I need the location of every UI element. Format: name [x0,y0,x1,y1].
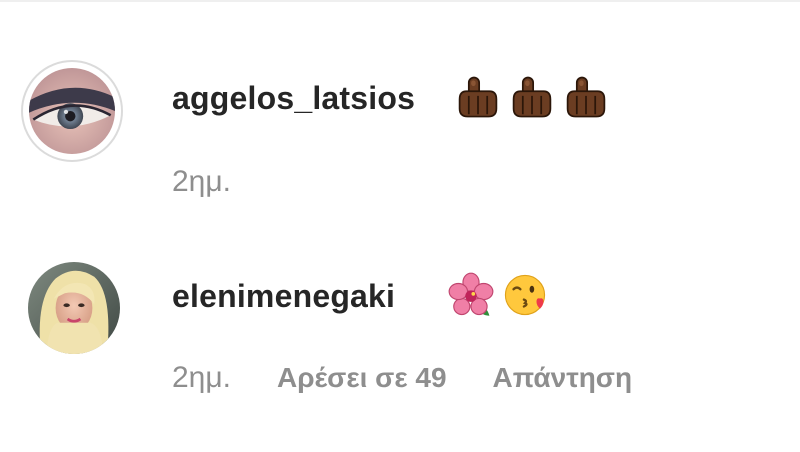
hand-emoji-icon [455,74,501,120]
avatar-image [28,262,120,354]
reply-button[interactable]: Απάντηση [493,362,633,394]
hand-emoji-icon [509,74,555,120]
comment-text [448,272,548,318]
comment-username[interactable]: elenimenegaki [172,278,395,315]
comment-username[interactable]: aggelos_latsios [172,80,415,117]
comment-meta: 2ημ. [172,165,231,199]
likes-count-button[interactable]: Αρέσει σε 49 [277,362,447,394]
avatar-image [29,68,115,154]
comment-meta: 2ημ. Αρέσει σε 49 Απάντηση [172,361,632,395]
comment-timestamp[interactable]: 2ημ. [172,165,231,199]
comment-timestamp[interactable]: 2ημ. [172,361,231,395]
comment-text [455,74,609,120]
hibiscus-emoji-icon [448,272,494,318]
kissing-face-emoji-icon [502,272,548,318]
avatar[interactable] [21,60,123,162]
hand-emoji-icon [563,74,609,120]
top-divider [0,0,800,2]
avatar[interactable] [28,262,120,354]
